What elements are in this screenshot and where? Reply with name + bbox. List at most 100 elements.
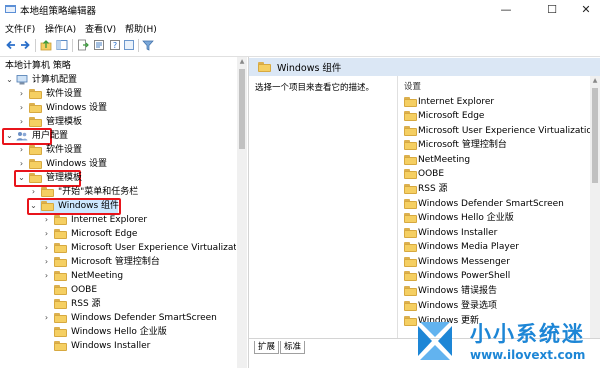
tree-item-label: OOBE (71, 285, 98, 295)
tree-item-label: NetMeeting (71, 271, 124, 281)
tree-item-label: 软件设置 (46, 145, 83, 155)
folder-icon (54, 285, 67, 295)
expand-arrow-icon[interactable]: › (17, 101, 26, 115)
scroll-up-arrow-icon[interactable]: ▲ (237, 57, 247, 67)
show-hide-tree-icon[interactable] (56, 39, 68, 51)
collapse-arrow-icon[interactable]: ⌄ (5, 129, 14, 143)
list-item-label: Windows PowerShell (418, 271, 511, 281)
list-item-label: Windows Messenger (418, 257, 510, 267)
tree-scrollbar[interactable]: ▲ (237, 57, 247, 368)
folder-icon (404, 97, 417, 107)
tree-item-label: Windows Installer (71, 341, 151, 351)
folder-icon (29, 145, 42, 155)
expand-arrow-icon[interactable]: › (17, 115, 26, 129)
folder-icon (54, 313, 67, 323)
expand-arrow-icon[interactable]: › (17, 143, 26, 157)
expand-arrow-icon[interactable]: › (42, 255, 51, 269)
folder-icon (404, 271, 417, 281)
menu-action[interactable]: 操作(A) (45, 22, 76, 35)
list-item-label: Microsoft 管理控制台 (418, 140, 507, 150)
list-item-label: OOBE (418, 169, 445, 179)
folder-icon (54, 341, 67, 351)
tree-item-label: Windows 组件 (58, 201, 120, 211)
watermark-url: www.ilovext.com (470, 348, 586, 362)
tree-item-label: Windows 设置 (46, 103, 108, 113)
close-button[interactable]: ✕ (566, 0, 600, 19)
folder-icon (54, 243, 67, 253)
folder-icon (54, 257, 67, 267)
export-list-icon[interactable] (77, 39, 89, 51)
watermark-text: 小小系统迷 (470, 322, 585, 346)
tree-item-label: "开始"菜单和任务栏 (58, 187, 139, 197)
menu-view[interactable]: 查看(V) (85, 22, 116, 35)
folder-icon (404, 286, 417, 296)
tab-standard[interactable]: 标准 (280, 341, 306, 354)
tree-item-computer-config[interactable]: ⌄ 计算机配置 (5, 73, 165, 87)
help-icon[interactable]: ? (109, 39, 121, 51)
folder-icon (54, 229, 67, 239)
folder-icon (54, 299, 67, 309)
tab-extended[interactable]: 扩展 (254, 341, 280, 354)
tree-item-label: 软件设置 (46, 89, 83, 99)
folder-icon (258, 62, 271, 72)
folder-icon (29, 173, 42, 183)
collapse-arrow-icon[interactable]: ⌄ (29, 199, 38, 213)
tree-item-label: Internet Explorer (71, 215, 148, 225)
tree-item-label: Windows 设置 (46, 159, 108, 169)
view-icon[interactable] (123, 39, 135, 51)
svg-text:?: ? (113, 41, 117, 50)
folder-icon (54, 327, 67, 337)
folder-icon (54, 271, 67, 281)
up-icon[interactable] (40, 39, 52, 51)
collapse-arrow-icon[interactable]: ⌄ (5, 73, 14, 87)
folder-icon (54, 215, 67, 225)
tree-item-label: Windows Hello 企业版 (71, 327, 167, 337)
back-icon[interactable] (5, 39, 17, 51)
list-item-label: Microsoft Edge (418, 111, 485, 121)
minimize-button[interactable]: — (486, 0, 526, 19)
expand-arrow-icon[interactable]: › (42, 241, 51, 255)
policy-tree: 本地计算机 策略 ⌄ 计算机配置 › 软件设置 › Windows 设置 › 管… (0, 57, 236, 368)
column-header-setting[interactable]: 设置 (404, 80, 421, 92)
folder-icon (404, 140, 417, 150)
title-bar: 本地组策略编辑器 — ☐ ✕ (0, 0, 600, 19)
folder-icon (404, 199, 417, 209)
tree-item-label: 管理模板 (46, 117, 83, 127)
settings-list: 设置 Internet Explorer Microsoft Edge Micr… (397, 76, 591, 338)
expand-arrow-icon[interactable]: › (42, 311, 51, 325)
expand-arrow-icon[interactable]: › (29, 185, 38, 199)
description-text: 选择一个项目来查看它的描述。 (255, 83, 375, 93)
scrollbar-thumb[interactable] (239, 69, 245, 149)
scrollbar-thumb[interactable] (592, 88, 598, 183)
window-title: 本地组策略编辑器 (20, 6, 97, 17)
tree-item-label: 用户配置 (32, 131, 69, 141)
folder-icon (29, 103, 42, 113)
filter-icon[interactable] (142, 39, 154, 51)
forward-icon[interactable] (19, 39, 31, 51)
folder-icon (404, 169, 417, 179)
expand-arrow-icon[interactable]: › (17, 87, 26, 101)
computer-icon (16, 75, 28, 85)
tree-item-label: RSS 源 (71, 299, 101, 309)
list-item-label: Windows 登录选项 (418, 301, 498, 311)
list-item-label: Windows Media Player (418, 242, 519, 252)
folder-icon (404, 242, 417, 252)
tree-item-label: 本地计算机 策略 (5, 61, 71, 71)
watermark: 小小系统迷 www.ilovext.com (412, 318, 600, 368)
expand-arrow-icon[interactable]: › (17, 157, 26, 171)
folder-icon (404, 155, 417, 165)
folder-icon (41, 187, 54, 197)
description-panel: 选择一个项目来查看它的描述。 (249, 76, 397, 338)
folder-icon (404, 126, 417, 136)
expand-arrow-icon[interactable]: › (42, 227, 51, 241)
menu-help[interactable]: 帮助(H) (125, 22, 157, 35)
list-item-label: NetMeeting (418, 155, 471, 165)
collapse-arrow-icon[interactable]: ⌄ (17, 171, 26, 185)
menu-file[interactable]: 文件(F) (5, 22, 35, 35)
list-scrollbar[interactable]: ▲ (590, 76, 600, 338)
properties-icon[interactable] (93, 39, 105, 51)
expand-arrow-icon[interactable]: › (42, 213, 51, 227)
tree-item-label: Microsoft User Experience Virtualization (71, 243, 236, 253)
expand-arrow-icon[interactable]: › (42, 269, 51, 283)
scroll-up-arrow-icon[interactable]: ▲ (590, 76, 600, 86)
